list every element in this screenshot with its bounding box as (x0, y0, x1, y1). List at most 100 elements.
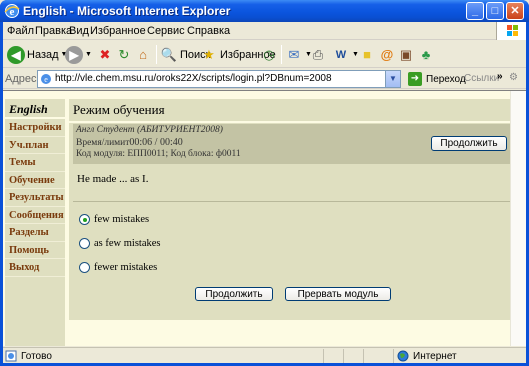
sidebar: English Настройки Уч.план Темы Обучение … (5, 99, 65, 346)
close-button[interactable]: ✕ (506, 2, 524, 20)
forward-arrow-icon: ▶ (65, 45, 83, 64)
sidebar-item-topics[interactable]: Темы (5, 154, 65, 172)
menu-bar: Файл Правка Вид Избранное Сервис Справка (3, 22, 526, 40)
maximize-button[interactable]: □ (486, 2, 504, 20)
home-icon: ⌂ (139, 47, 147, 62)
internet-explorer-icon: e (4, 4, 20, 18)
toolbar-separator (156, 45, 157, 64)
star-icon: ★ (203, 46, 215, 62)
time-value: 00:06 / 00:40 (129, 137, 183, 148)
standard-toolbar: ◀ Назад ▼ ▶ ▼ ✖ ↻ ⌂ 🔍 Поиск ★ Избранное … (3, 41, 526, 68)
messenger-button[interactable]: ♣ (417, 44, 435, 65)
sidebar-item-results[interactable]: Результаты (5, 189, 65, 207)
messenger-email-button[interactable]: @ (378, 44, 396, 65)
status-separator (323, 349, 324, 363)
note-icon: ■ (363, 47, 371, 62)
address-url: http://vle.chem.msu.ru/oroks22X/scripts/… (55, 73, 332, 84)
print-button[interactable]: ⎙ (309, 44, 327, 65)
address-dropdown-icon[interactable]: ▼ (385, 71, 400, 87)
time-line: Время/лимит00:06 / 00:40 (76, 137, 183, 148)
toolbar-options-icon[interactable]: ⚙ (509, 72, 518, 83)
status-separator (343, 349, 344, 363)
print-icon: ⎙ (312, 46, 324, 62)
sidebar-item-settings[interactable]: Настройки (5, 119, 65, 137)
page-icon: e (41, 74, 51, 84)
page-done-icon (5, 350, 17, 362)
edit-button[interactable]: W ▼ (332, 44, 359, 65)
forward-button[interactable]: ▶ ▼ (65, 44, 92, 65)
menu-view[interactable]: Вид (69, 25, 89, 37)
status-text: Готово (21, 350, 52, 362)
radio-button[interactable] (79, 214, 90, 225)
at-sign-icon: @ (380, 47, 394, 62)
research-icon: ▣ (399, 46, 413, 62)
mail-button[interactable]: ✉ ▼ (285, 44, 312, 65)
refresh-button[interactable]: ↻ (115, 44, 133, 65)
history-icon: ◷ (263, 46, 275, 62)
learning-panel: Режим обучения Англ Студент (АБИТУРИЕНТ2… (69, 99, 515, 320)
vertical-scrollbar[interactable] (510, 91, 526, 346)
zone-label: Интернет (413, 350, 457, 362)
address-input[interactable]: e http://vle.chem.msu.ru/oroks22X/script… (37, 70, 401, 88)
abort-module-button[interactable]: Прервать модуль (285, 287, 391, 301)
research-button[interactable]: ▣ (397, 44, 415, 65)
sidebar-item-learning[interactable]: Обучение (5, 172, 65, 189)
back-label: Назад (27, 48, 59, 61)
sidebar-item-sections[interactable]: Разделы (5, 224, 65, 242)
option-label[interactable]: fewer mistakes (94, 262, 157, 273)
word-icon: W (335, 48, 347, 61)
history-button[interactable]: ◷ (260, 44, 278, 65)
status-separator (363, 349, 364, 363)
radio-button[interactable] (79, 238, 90, 249)
stop-icon: ✖ (99, 46, 111, 62)
home-button[interactable]: ⌂ (134, 44, 152, 65)
time-label: Время/лимит (76, 138, 130, 148)
title-bar[interactable]: e English - Microsoft Internet Explorer … (0, 0, 529, 22)
sidebar-item-messages[interactable]: Сообщения (5, 207, 65, 224)
toolbar-separator (281, 45, 282, 64)
go-button[interactable]: ➜ Переход (408, 71, 466, 87)
session-info-box: Англ Студент (АБИТУРИЕНТ2008) Время/лими… (73, 124, 511, 164)
radio-button[interactable] (79, 262, 90, 273)
messenger-icon: ♣ (421, 47, 431, 62)
window-title: English - Microsoft Internet Explorer (23, 4, 231, 18)
menu-tools[interactable]: Сервис (147, 25, 185, 37)
menu-favorites[interactable]: Избранное (90, 25, 146, 37)
answer-option[interactable]: fewer mistakes (79, 262, 157, 273)
answer-option[interactable]: as few mistakes (79, 238, 160, 249)
links-label[interactable]: Ссылки (464, 73, 499, 84)
title-divider (69, 121, 515, 123)
minimize-button[interactable]: _ (466, 2, 484, 20)
chevron-right-icon[interactable]: » (497, 71, 503, 82)
svg-text:e: e (44, 75, 48, 84)
stop-button[interactable]: ✖ (96, 44, 114, 65)
page-title: Режим обучения (73, 102, 165, 117)
menu-file[interactable]: Файл (7, 25, 34, 37)
back-button[interactable]: ◀ Назад ▼ (7, 44, 67, 65)
menu-edit[interactable]: Правка (35, 25, 72, 37)
answer-option[interactable]: few mistakes (79, 214, 149, 225)
menu-help[interactable]: Справка (187, 25, 230, 37)
codes-line: Код модуля: ЕПП0011; Код блока: ф0011 (76, 149, 241, 159)
continue-button[interactable]: Продолжить (195, 287, 273, 301)
go-label: Переход (426, 73, 466, 85)
option-label[interactable]: as few mistakes (94, 238, 160, 249)
go-arrow-icon: ➜ (408, 72, 422, 86)
question-divider (73, 201, 511, 202)
sidebar-item-help[interactable]: Помощь (5, 242, 65, 259)
sidebar-item-study-plan[interactable]: Уч.план (5, 137, 65, 154)
option-label[interactable]: few mistakes (94, 214, 149, 225)
browser-client-area: Файл Правка Вид Избранное Сервис Справка… (3, 22, 526, 363)
back-arrow-icon: ◀ (7, 45, 25, 64)
forward-dropdown-icon[interactable]: ▼ (85, 51, 92, 58)
sidebar-heading: English (5, 99, 65, 119)
discuss-button[interactable]: ■ (358, 44, 376, 65)
address-bar: Адрес: e http://vle.chem.msu.ru/oroks22X… (3, 69, 526, 89)
sidebar-item-exit[interactable]: Выход (5, 259, 65, 277)
security-zone: Интернет (397, 350, 457, 362)
continue-button-top[interactable]: Продолжить (431, 136, 507, 151)
windows-logo-icon (496, 22, 526, 40)
status-separator (393, 349, 394, 363)
browser-window: e English - Microsoft Internet Explorer … (0, 0, 529, 366)
address-label: Адрес: (5, 73, 40, 85)
